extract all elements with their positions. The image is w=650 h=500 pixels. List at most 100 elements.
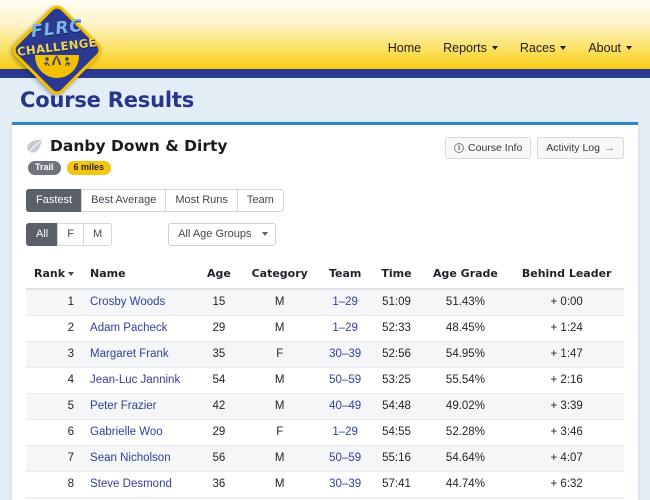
cell-team[interactable]: 30–39 bbox=[318, 471, 372, 498]
table-header-row: Rank Name Age Category Team Time Age Gra… bbox=[26, 259, 624, 290]
cell-age: 36 bbox=[197, 471, 241, 498]
cell-team-link[interactable]: 1–29 bbox=[332, 296, 358, 308]
gender-filter-female[interactable]: F bbox=[57, 222, 83, 246]
cell-runner-name-link[interactable]: Gabrielle Woo bbox=[90, 426, 163, 438]
cell-rank: 6 bbox=[26, 419, 83, 446]
cell-team-link[interactable]: 30–39 bbox=[329, 478, 361, 490]
cell-runner-name[interactable]: Steve Desmond bbox=[82, 471, 198, 498]
cell-team-link[interactable]: 50–59 bbox=[329, 374, 361, 386]
nav-item-label: Races bbox=[519, 41, 556, 55]
cell-time: 54:48 bbox=[371, 393, 422, 420]
table-row[interactable]: 1 Crosby Woods 15 M 1–29 51:09 51.43% + 0:00 bbox=[26, 288, 624, 316]
tab-fastest[interactable]: Fastest bbox=[26, 188, 82, 212]
column-header-name[interactable]: Name bbox=[82, 259, 198, 290]
cell-runner-name[interactable]: Sean Nicholson bbox=[82, 445, 198, 472]
cell-age-grade: 49.02% bbox=[421, 393, 510, 420]
table-row[interactable]: 3 Margaret Frank 35 F 30–39 52:56 54.95% + 1:47 bbox=[26, 341, 624, 368]
table-row[interactable]: 8 Steve Desmond 36 M 30–39 57:41 44.74% + 6:32 bbox=[26, 471, 624, 498]
cell-team[interactable]: 50–59 bbox=[318, 445, 372, 472]
cell-age-grade: 51.43% bbox=[421, 288, 510, 316]
column-header-category[interactable]: Category bbox=[240, 259, 319, 290]
table-row[interactable]: 5 Peter Frazier 42 M 40–49 54:48 49.02% + 3:39 bbox=[26, 393, 624, 420]
course-name: Danby Down & Dirty bbox=[50, 137, 228, 155]
secondary-filters-row: All F M All Age Groups bbox=[26, 222, 624, 246]
cell-team-link[interactable]: 1–29 bbox=[332, 322, 358, 334]
age-group-select-value: All Age Groups bbox=[178, 227, 252, 240]
nav-item-label: Home bbox=[387, 41, 422, 55]
chevron-down-icon bbox=[560, 46, 567, 50]
nav-item-reports[interactable]: Reports bbox=[443, 41, 498, 55]
column-header-rank-label: Rank bbox=[34, 266, 66, 280]
cell-team-link[interactable]: 40–49 bbox=[329, 400, 361, 412]
table-row[interactable]: 4 Jean-Luc Jannink 54 M 50–59 53:25 55.54% + 2:… bbox=[26, 367, 624, 394]
cell-age: 54 bbox=[197, 367, 241, 394]
column-header-time[interactable]: Time bbox=[371, 259, 422, 290]
cell-runner-name-link[interactable]: Sean Nicholson bbox=[90, 452, 171, 464]
column-header-age-grade[interactable]: Age Grade bbox=[421, 259, 510, 290]
gender-filter-group: All F M bbox=[26, 222, 113, 246]
cell-behind-leader: + 6:32 bbox=[509, 471, 624, 498]
tab-most-runs[interactable]: Most Runs bbox=[165, 188, 237, 212]
site-header: FLRC CHALLENGE Home Reports Races About bbox=[0, 0, 650, 99]
gender-filter-all[interactable]: All bbox=[26, 222, 58, 246]
cell-time: 54:55 bbox=[371, 419, 422, 446]
table-row[interactable]: 2 Adam Pacheck 29 M 1–29 52:33 48.45% + 1:24 bbox=[26, 315, 624, 342]
card-header-actions: i Course Info Activity Log → bbox=[445, 137, 624, 159]
cell-runner-name[interactable]: Jean-Luc Jannink bbox=[82, 367, 198, 394]
cell-rank: 8 bbox=[26, 471, 83, 498]
cell-age: 15 bbox=[197, 288, 241, 316]
cell-runner-name-link[interactable]: Peter Frazier bbox=[90, 400, 156, 412]
arrow-right-icon: → bbox=[604, 142, 615, 154]
cell-behind-leader: + 1:24 bbox=[509, 315, 624, 342]
cell-team[interactable]: 1–29 bbox=[318, 419, 372, 446]
cell-team-link[interactable]: 50–59 bbox=[329, 452, 361, 464]
cell-time: 52:33 bbox=[371, 315, 422, 342]
cell-team[interactable]: 40–49 bbox=[318, 393, 372, 420]
course-info-button[interactable]: i Course Info bbox=[445, 137, 532, 159]
cell-team[interactable]: 1–29 bbox=[318, 315, 372, 342]
course-badges: Trail 6 miles bbox=[26, 161, 227, 175]
table-row[interactable]: 6 Gabrielle Woo 29 F 1–29 54:55 52.28% + 3:46 bbox=[26, 419, 624, 446]
tab-team[interactable]: Team bbox=[236, 188, 284, 212]
page-title: Course Results bbox=[20, 88, 194, 112]
column-header-age[interactable]: Age bbox=[197, 259, 241, 290]
cell-runner-name-link[interactable]: Crosby Woods bbox=[90, 296, 165, 308]
cell-runner-name-link[interactable]: Margaret Frank bbox=[90, 348, 169, 360]
gender-filter-male[interactable]: M bbox=[82, 222, 113, 246]
tab-best-average[interactable]: Best Average bbox=[81, 188, 166, 212]
cell-team-link[interactable]: 1–29 bbox=[332, 426, 358, 438]
cell-runner-name[interactable]: Crosby Woods bbox=[82, 288, 198, 316]
activity-log-button[interactable]: Activity Log → bbox=[537, 137, 624, 159]
nav-item-home[interactable]: Home bbox=[388, 41, 421, 55]
cell-runner-name[interactable]: Gabrielle Woo bbox=[82, 419, 198, 446]
cell-runner-name[interactable]: Peter Frazier bbox=[82, 393, 198, 420]
cell-rank: 1 bbox=[26, 288, 83, 316]
nav-item-about[interactable]: About bbox=[588, 41, 632, 55]
results-table: Rank Name Age Category Team Time Age Gra… bbox=[26, 259, 624, 500]
cell-behind-leader: + 0:00 bbox=[509, 288, 624, 316]
cell-category: M bbox=[240, 393, 319, 420]
cell-team[interactable]: 50–59 bbox=[318, 367, 372, 394]
cell-runner-name-link[interactable]: Adam Pacheck bbox=[90, 322, 167, 334]
cell-time: 52:56 bbox=[371, 341, 422, 368]
cell-team[interactable]: 30–39 bbox=[318, 341, 372, 368]
cell-runner-name[interactable]: Margaret Frank bbox=[82, 341, 198, 368]
table-row[interactable]: 7 Sean Nicholson 56 M 50–59 55:16 54.64% + 4:07 bbox=[26, 445, 624, 472]
cell-runner-name-link[interactable]: Jean-Luc Jannink bbox=[90, 374, 180, 386]
chevron-down-icon bbox=[626, 46, 632, 50]
flrc-challenge-logo[interactable]: FLRC CHALLENGE bbox=[8, 1, 106, 99]
cell-team[interactable]: 1–29 bbox=[318, 288, 372, 316]
course-title-row: Danby Down & Dirty bbox=[26, 137, 227, 155]
column-header-rank[interactable]: Rank bbox=[26, 259, 83, 290]
age-group-select[interactable]: All Age Groups bbox=[168, 222, 276, 246]
main-navigation: Home Reports Races About bbox=[388, 41, 650, 69]
cell-runner-name-link[interactable]: Steve Desmond bbox=[90, 478, 172, 490]
chevron-down-icon bbox=[261, 231, 268, 236]
cell-runner-name[interactable]: Adam Pacheck bbox=[82, 315, 198, 342]
column-header-team[interactable]: Team bbox=[318, 259, 372, 290]
cell-team-link[interactable]: 30–39 bbox=[329, 348, 361, 360]
column-header-behind-leader[interactable]: Behind Leader bbox=[509, 259, 624, 290]
cell-age-grade: 48.45% bbox=[421, 315, 510, 342]
nav-item-races[interactable]: Races bbox=[519, 41, 567, 55]
cell-age: 42 bbox=[197, 393, 241, 420]
